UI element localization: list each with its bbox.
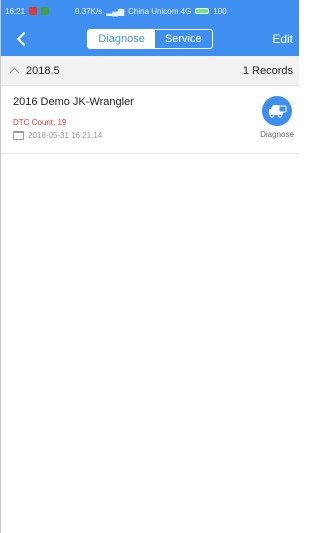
diagnose-button[interactable]: Diagnose xyxy=(255,96,299,139)
edit-button[interactable]: Edit xyxy=(272,32,293,46)
record-timestamp: 2018-05-31 16:21:14 xyxy=(28,131,103,140)
signal-icon: ▂▄▆ xyxy=(106,6,125,16)
nav-bar: Diagnose Service Edit xyxy=(1,22,299,56)
battery-level: 100 xyxy=(213,6,227,16)
tab-diagnose[interactable]: Diagnose xyxy=(88,30,155,48)
diagnose-label: Diagnose xyxy=(260,130,294,139)
tab-service[interactable]: Service xyxy=(155,30,212,48)
chevron-up-icon xyxy=(9,67,20,77)
battery-icon xyxy=(195,8,210,14)
dtc-count: DTC Count: 19 xyxy=(13,118,67,127)
app-notification-icon xyxy=(41,7,50,15)
group-label: 2018.5 xyxy=(26,64,60,77)
back-arrow-icon[interactable] xyxy=(15,30,31,48)
segment-control: Diagnose Service xyxy=(87,29,213,49)
notification-icon xyxy=(29,7,38,15)
record-time-row: 2018-05-31 16:21:14 xyxy=(13,131,287,140)
network-speed: 0.37K/s xyxy=(75,6,103,16)
app-screen: 16:21 0.37K/s ▂▄▆ China Unicom 4G 100 Di… xyxy=(0,0,299,533)
status-bar: 16:21 0.37K/s ▂▄▆ China Unicom 4G 100 xyxy=(1,0,299,22)
carrier-name: China Unicom 4G xyxy=(128,6,192,16)
status-time: 16:21 xyxy=(5,6,26,16)
car-diagnose-icon xyxy=(262,96,292,126)
calendar-icon xyxy=(13,131,24,140)
list-item[interactable]: 2016 Demo JK-Wrangler DTC Count: 19 2018… xyxy=(1,86,299,154)
group-header[interactable]: 2018.5 1 Records xyxy=(1,56,299,86)
record-count: 1 Records xyxy=(242,64,293,77)
vehicle-title: 2016 Demo JK-Wrangler xyxy=(13,96,134,108)
